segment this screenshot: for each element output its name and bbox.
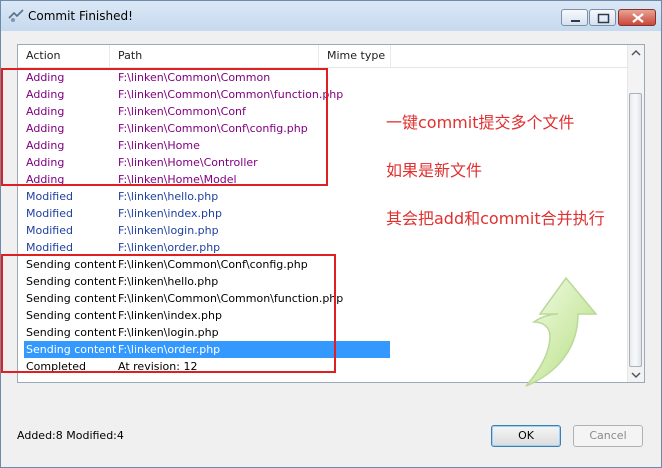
list-item[interactable]: Modified F:\linken\hello.php	[24, 188, 390, 205]
list-header: Action Path Mime type	[18, 45, 629, 68]
commit-summary: Added:8 Modified:4	[17, 429, 124, 442]
close-button[interactable]	[618, 9, 656, 26]
cancel-button[interactable]: Cancel	[573, 425, 643, 447]
list-item[interactable]: Modified F:\linken\login.php	[24, 222, 390, 239]
annotation-text-1: 一键commit提交多个文件	[386, 113, 575, 132]
title-bar[interactable]: Commit Finished!	[1, 1, 661, 31]
scroll-up-arrow-icon[interactable]	[631, 49, 641, 57]
minimize-button[interactable]	[561, 9, 588, 26]
maximize-button[interactable]	[589, 9, 616, 26]
row-path: F:\linken\login.php	[118, 224, 219, 237]
maximize-icon	[597, 13, 610, 24]
commit-finished-window: Commit Finished! Action Path Mime type A…	[0, 0, 662, 468]
column-header-path[interactable]: Path	[110, 45, 319, 67]
row-action: Modified	[26, 224, 73, 237]
minimize-icon	[571, 20, 580, 22]
annotation-box-added	[1, 68, 328, 186]
green-curved-arrow-icon	[525, 276, 598, 387]
scrollbar-thumb[interactable]	[629, 93, 642, 367]
row-action: Modified	[26, 190, 73, 203]
column-header-action[interactable]: Action	[18, 45, 110, 67]
ok-button[interactable]: OK	[491, 425, 561, 447]
scroll-down-arrow-icon[interactable]	[631, 371, 641, 379]
close-icon	[632, 13, 644, 23]
row-path: F:\linken\index.php	[118, 207, 222, 220]
annotation-box-sending	[1, 254, 336, 373]
vertical-scrollbar[interactable]	[627, 45, 644, 382]
window-title: Commit Finished!	[28, 9, 133, 23]
column-header-mime-type[interactable]: Mime type	[319, 45, 391, 67]
annotation-text-3: 其会把add和commit合并执行	[386, 209, 605, 228]
tortoise-app-icon	[8, 9, 24, 22]
annotation-text-2: 如果是新文件	[386, 161, 483, 180]
list-item[interactable]: Modified F:\linken\index.php	[24, 205, 390, 222]
row-path: F:\linken\hello.php	[118, 190, 219, 203]
row-action: Modified	[26, 207, 73, 220]
